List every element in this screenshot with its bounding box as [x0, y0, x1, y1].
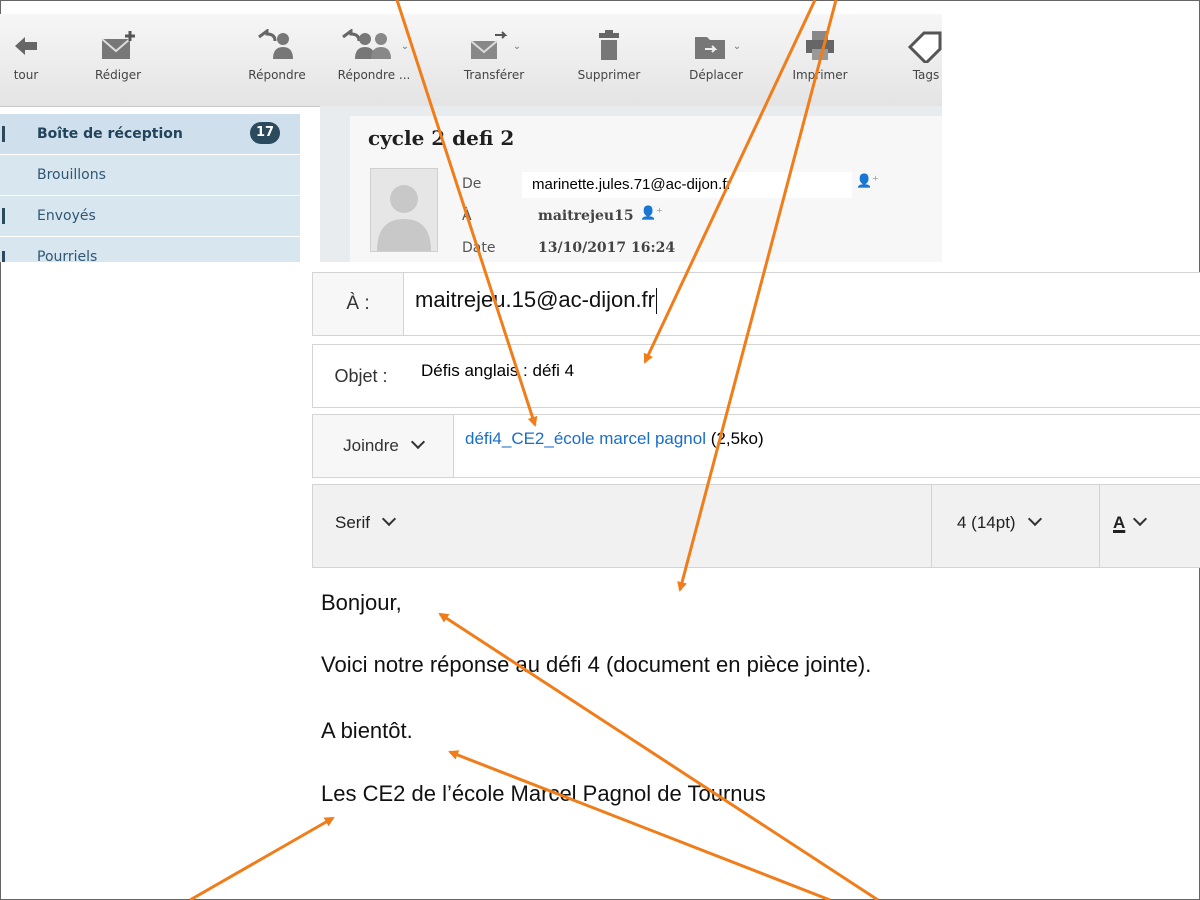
subject-field-label: Objet : — [313, 345, 409, 407]
text-color-icon: A — [1113, 513, 1126, 532]
webmail-window: tour Rédiger Répondre ⌄ Répondre ... ⌄ T… — [0, 14, 942, 262]
folder-marker — [2, 208, 5, 224]
toolbar-divider — [1099, 485, 1100, 567]
font-family-value: Serif — [335, 513, 370, 532]
tags-button[interactable]: Tags — [896, 24, 942, 82]
compose-envelope-icon — [80, 24, 156, 68]
formatting-toolbar: Serif 4 (14pt) A — [312, 484, 1200, 568]
chevron-down-icon — [381, 511, 397, 527]
date-label: Date — [462, 240, 496, 256]
chevron-down-icon[interactable]: ⌄ — [733, 41, 741, 52]
chevron-down-icon — [410, 434, 425, 450]
to-label: À — [462, 208, 472, 224]
toolbar-divider — [931, 485, 932, 567]
attachment-item: défi4_CE2_école marcel pagnol (2,5ko) — [465, 429, 764, 449]
compose-window: À : maitrejeu.15@ac-dijon.fr Objet : Déf… — [312, 272, 1200, 568]
folder-list: Boîte de réception 17 Brouillons Envoyés… — [0, 114, 300, 262]
unread-count-badge: 17 — [250, 122, 280, 144]
compose-button[interactable]: Rédiger — [80, 24, 156, 82]
text-color-button[interactable]: A — [1113, 511, 1148, 533]
message-subject: cycle 2 defi 2 — [368, 126, 515, 150]
chevron-down-icon[interactable]: ⌄ — [513, 41, 521, 52]
body-signature[interactable]: Les CE2 de l’école Marcel Pagnol de Tour… — [321, 781, 766, 807]
trash-icon — [562, 24, 656, 68]
forward-envelope-icon: ⌄ — [452, 24, 536, 68]
attachment-size: (2,5ko) — [710, 429, 764, 448]
attach-button-label: Joindre — [343, 436, 399, 455]
body-greeting[interactable]: Bonjour, — [321, 590, 402, 616]
print-button[interactable]: Imprimer — [776, 24, 864, 82]
from-label: De — [462, 176, 482, 192]
folder-sent[interactable]: Envoyés — [0, 196, 300, 237]
attach-button[interactable]: Joindre — [313, 415, 454, 477]
chevron-down-icon[interactable]: ⌄ — [401, 41, 409, 52]
attachment-link[interactable]: défi4_CE2_école marcel pagnol — [465, 429, 706, 448]
reply-icon — [230, 24, 324, 68]
folder-move-icon: ⌄ — [674, 24, 758, 68]
add-contact-icon[interactable]: 👤⁺ — [640, 206, 663, 221]
folder-marker — [2, 251, 5, 262]
chevron-down-icon — [1133, 511, 1148, 527]
mail-toolbar: tour Rédiger Répondre ⌄ Répondre ... ⌄ T… — [0, 14, 942, 107]
folder-marker — [2, 126, 5, 142]
subject-input[interactable]: Défis anglais : défi 4 — [421, 361, 574, 381]
move-button[interactable]: ⌄ Déplacer — [674, 24, 758, 82]
tag-icon — [896, 24, 942, 68]
chevron-down-icon — [1027, 511, 1042, 527]
to-field[interactable]: À : maitrejeu.15@ac-dijon.fr — [312, 272, 1200, 336]
delete-button[interactable]: Supprimer — [562, 24, 656, 82]
folder-drafts[interactable]: Brouillons — [0, 155, 300, 196]
back-button[interactable]: tour — [0, 24, 58, 82]
body-closing[interactable]: A bientôt. — [321, 718, 413, 744]
reply-button[interactable]: Répondre — [230, 24, 324, 82]
text-caret — [656, 288, 657, 315]
folder-inbox[interactable]: Boîte de réception 17 — [0, 114, 300, 155]
to-input[interactable]: maitrejeu.15@ac-dijon.fr — [415, 287, 657, 315]
font-family-select[interactable]: Serif — [335, 511, 397, 533]
date-value: 13/10/2017 16:24 — [538, 240, 676, 256]
forward-button[interactable]: ⌄ Transférer — [452, 24, 536, 82]
reply-all-button[interactable]: ⌄ Répondre ... — [324, 24, 424, 82]
body-line-1[interactable]: Voici notre réponse au défi 4 (document … — [321, 652, 871, 678]
to-field-label: À : — [313, 273, 404, 335]
subject-field[interactable]: Objet : Défis anglais : défi 4 — [312, 344, 1200, 408]
folder-spam[interactable]: Pourriels — [0, 237, 300, 262]
printer-icon — [776, 24, 864, 68]
attachment-field: Joindre défi4_CE2_école marcel pagnol (2… — [312, 414, 1200, 478]
from-value[interactable]: marinette.jules.71@ac-dijon.fr — [522, 172, 852, 198]
back-arrow-icon — [0, 24, 58, 68]
reply-all-icon: ⌄ — [324, 24, 424, 68]
to-value[interactable]: maitrejeu15 — [538, 208, 634, 224]
message-pane: cycle 2 defi 2 De marinette.jules.71@ac-… — [320, 106, 942, 262]
to-input-value: maitrejeu.15@ac-dijon.fr — [415, 287, 655, 312]
font-size-value: 4 (14pt) — [957, 513, 1016, 532]
message-header-card: cycle 2 defi 2 De marinette.jules.71@ac-… — [350, 116, 942, 262]
font-size-select[interactable]: 4 (14pt) — [957, 511, 1042, 533]
add-contact-icon[interactable]: 👤⁺ — [856, 174, 879, 189]
sender-avatar — [370, 168, 438, 252]
